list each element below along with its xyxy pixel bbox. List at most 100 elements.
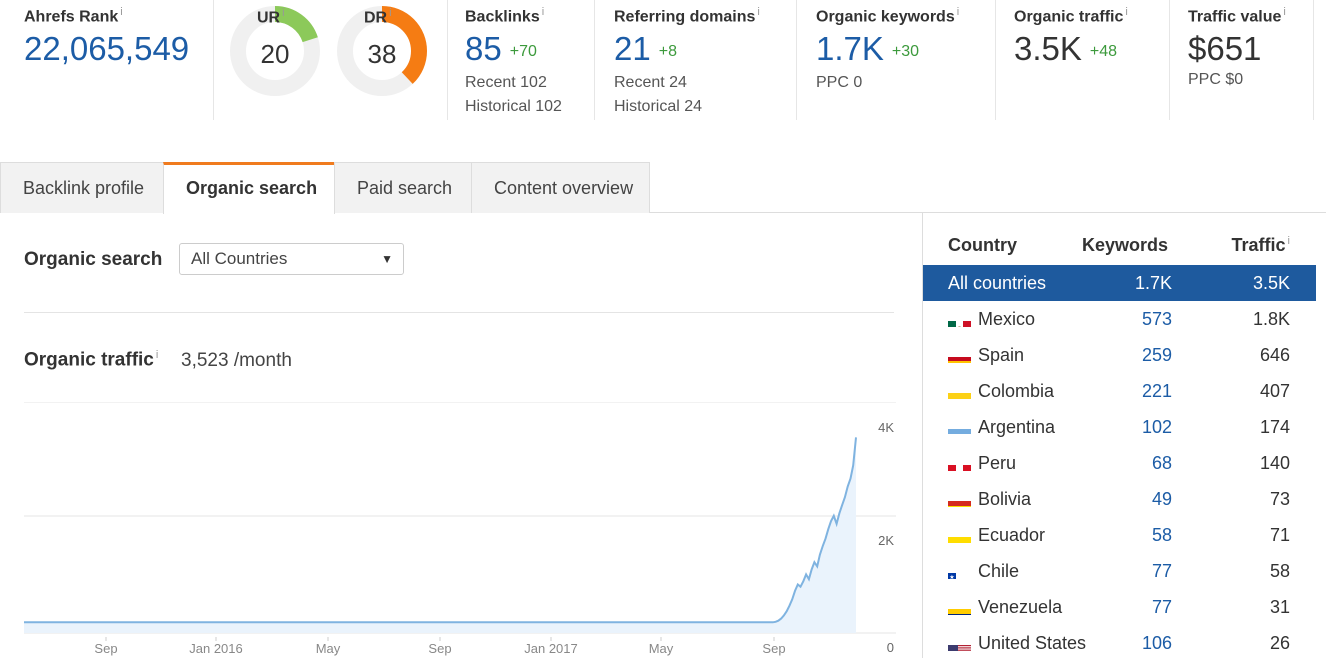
x-tick-label: Jan 2016 <box>189 641 243 656</box>
info-icon[interactable]: i <box>156 349 158 361</box>
x-tick-label: Jan 2017 <box>524 641 578 656</box>
metric-backlinks: Backlinks i 85 +70 Recent 102 Historical 1… <box>465 0 595 120</box>
country-traffic: 407 <box>1259 381 1290 401</box>
organic-traffic-delta: +48 <box>1089 42 1118 60</box>
tab-organic-search[interactable]: Organic search <box>163 162 335 214</box>
traffic-area <box>24 437 856 633</box>
ur-value: 20 <box>260 39 290 69</box>
backlinks-delta: +70 <box>509 42 537 60</box>
country-name: Colombia <box>978 381 1055 401</box>
referring-domains-historical: Historical 24 <box>614 97 703 115</box>
organic-keywords-title: Organic keywords <box>816 8 955 26</box>
metric-organic-keywords: Organic keywords i 1.7K +30 PPC 0 <box>816 0 996 120</box>
country-traffic: 140 <box>1259 453 1290 473</box>
traffic-line[interactable] <box>24 437 857 624</box>
dr-gauge: DR i 38 <box>336 5 428 102</box>
info-icon[interactable]: i <box>120 6 122 18</box>
country-name: Mexico <box>978 309 1036 329</box>
referring-domains-recent: Recent 24 <box>614 73 687 91</box>
country-keywords[interactable]: 106 <box>1142 625 1172 658</box>
organic-traffic-chart-title: Organic traffic <box>24 349 154 371</box>
country-keywords: 1.7K <box>1134 273 1172 293</box>
flag-ec-icon <box>948 528 971 543</box>
info-icon[interactable]: i <box>1125 6 1127 18</box>
country-select-value: All Countries <box>191 249 288 268</box>
referring-domains-title: Referring domains <box>614 8 756 26</box>
country-traffic: 174 <box>1259 417 1290 437</box>
tab-backlink-profile[interactable]: Backlink profile <box>0 162 164 213</box>
x-tick-label: Sep <box>762 641 785 656</box>
info-icon[interactable]: i <box>389 7 391 19</box>
info-icon[interactable]: i <box>1288 235 1290 247</box>
header-traffic: Traffic <box>1231 235 1286 255</box>
y-tick-label: 0 <box>887 640 894 655</box>
tab-paid-search[interactable]: Paid search <box>334 162 472 213</box>
organic-keywords-ppc: PPC 0 <box>816 73 863 91</box>
country-keywords[interactable]: 221 <box>1142 373 1172 409</box>
y-tick-label: 2K <box>878 533 894 548</box>
table-row[interactable]: All countries 1.7K 3.5K <box>923 265 1316 301</box>
backlinks-value[interactable]: 85 <box>465 30 502 67</box>
header-keywords[interactable]: Keywords <box>1082 235 1168 256</box>
country-name: Chile <box>978 561 1020 581</box>
tab-bar: Backlink profile Organic search Paid sea… <box>0 162 1326 214</box>
x-tick-label: May <box>649 641 674 656</box>
organic-traffic-title: Organic traffic <box>1014 8 1124 26</box>
flag-co-icon <box>948 384 971 399</box>
dr-title: DR <box>364 9 388 27</box>
table-row[interactable]: United States 106 26 <box>923 625 1316 658</box>
svg-text:★: ★ <box>949 574 954 579</box>
table-row[interactable]: Peru 68 140 <box>923 445 1316 481</box>
country-keywords[interactable]: 259 <box>1142 337 1172 373</box>
country-traffic: 3.5K <box>1252 273 1290 293</box>
flag-bo-icon <box>948 492 971 507</box>
divider <box>24 312 894 313</box>
country-name: Spain <box>978 345 1025 365</box>
country-keywords[interactable]: 102 <box>1142 409 1172 445</box>
caret-down-icon: ▼ <box>381 252 393 266</box>
ur-gauge: UR i 20 <box>229 5 321 102</box>
info-icon[interactable]: i <box>1283 6 1285 18</box>
table-row[interactable]: Bolivia 49 73 <box>923 481 1316 517</box>
table-row[interactable]: ★ Chile 77 58 <box>923 553 1316 589</box>
organic-traffic-value: 3.5K <box>1014 30 1082 68</box>
country-name: Bolivia <box>978 489 1032 509</box>
country-keywords[interactable]: 77 <box>1152 553 1172 589</box>
separator <box>447 0 448 120</box>
metric-traffic-value: Traffic value i $651 PPC $0 <box>1188 0 1314 120</box>
referring-domains-value[interactable]: 21 <box>614 30 651 67</box>
country-name: Peru <box>978 453 1017 473</box>
info-icon[interactable]: i <box>282 7 284 19</box>
country-name: Ecuador <box>978 525 1046 545</box>
table-row[interactable]: Spain 259 646 <box>923 337 1316 373</box>
y-tick-label: 4K <box>878 420 894 435</box>
countries-table: Country Keywords Traffic i All countries 1… <box>922 213 1326 658</box>
table-row[interactable]: Mexico 573 1.8K <box>923 301 1316 337</box>
metrics-strip: Ahrefs Rank i 22,065,549 UR i 20 DR i 38 Ba… <box>0 0 1326 120</box>
x-tick-label: May <box>316 641 341 656</box>
country-keywords[interactable]: 573 <box>1142 301 1172 337</box>
flag-ve-icon <box>948 600 971 615</box>
country-keywords[interactable]: 49 <box>1152 481 1172 517</box>
country-select[interactable]: All Countries ▼ <box>179 243 404 275</box>
country-keywords[interactable]: 68 <box>1152 445 1172 481</box>
x-tick-label: Sep <box>94 641 117 656</box>
country-keywords[interactable]: 77 <box>1152 589 1172 625</box>
info-icon[interactable]: i <box>757 6 759 18</box>
country-keywords[interactable]: 58 <box>1152 517 1172 553</box>
ur-title: UR <box>257 9 281 27</box>
country-name: United States <box>978 633 1087 653</box>
tab-content-overview[interactable]: Content overview <box>471 162 650 213</box>
organic-keywords-value[interactable]: 1.7K <box>816 30 884 67</box>
header-country[interactable]: Country <box>948 235 1017 256</box>
table-row[interactable]: Ecuador 58 71 <box>923 517 1316 553</box>
country-name: Venezuela <box>978 597 1063 617</box>
table-row[interactable]: Venezuela 77 31 <box>923 589 1316 625</box>
flag-mx-icon <box>948 312 971 327</box>
info-icon[interactable]: i <box>957 6 959 18</box>
info-icon[interactable]: i <box>542 6 544 18</box>
table-row[interactable]: Argentina 102 174 <box>923 409 1316 445</box>
ahrefs-rank-title: Ahrefs Rank <box>24 8 119 26</box>
flag-es-icon <box>948 348 971 363</box>
table-row[interactable]: Colombia 221 407 <box>923 373 1316 409</box>
